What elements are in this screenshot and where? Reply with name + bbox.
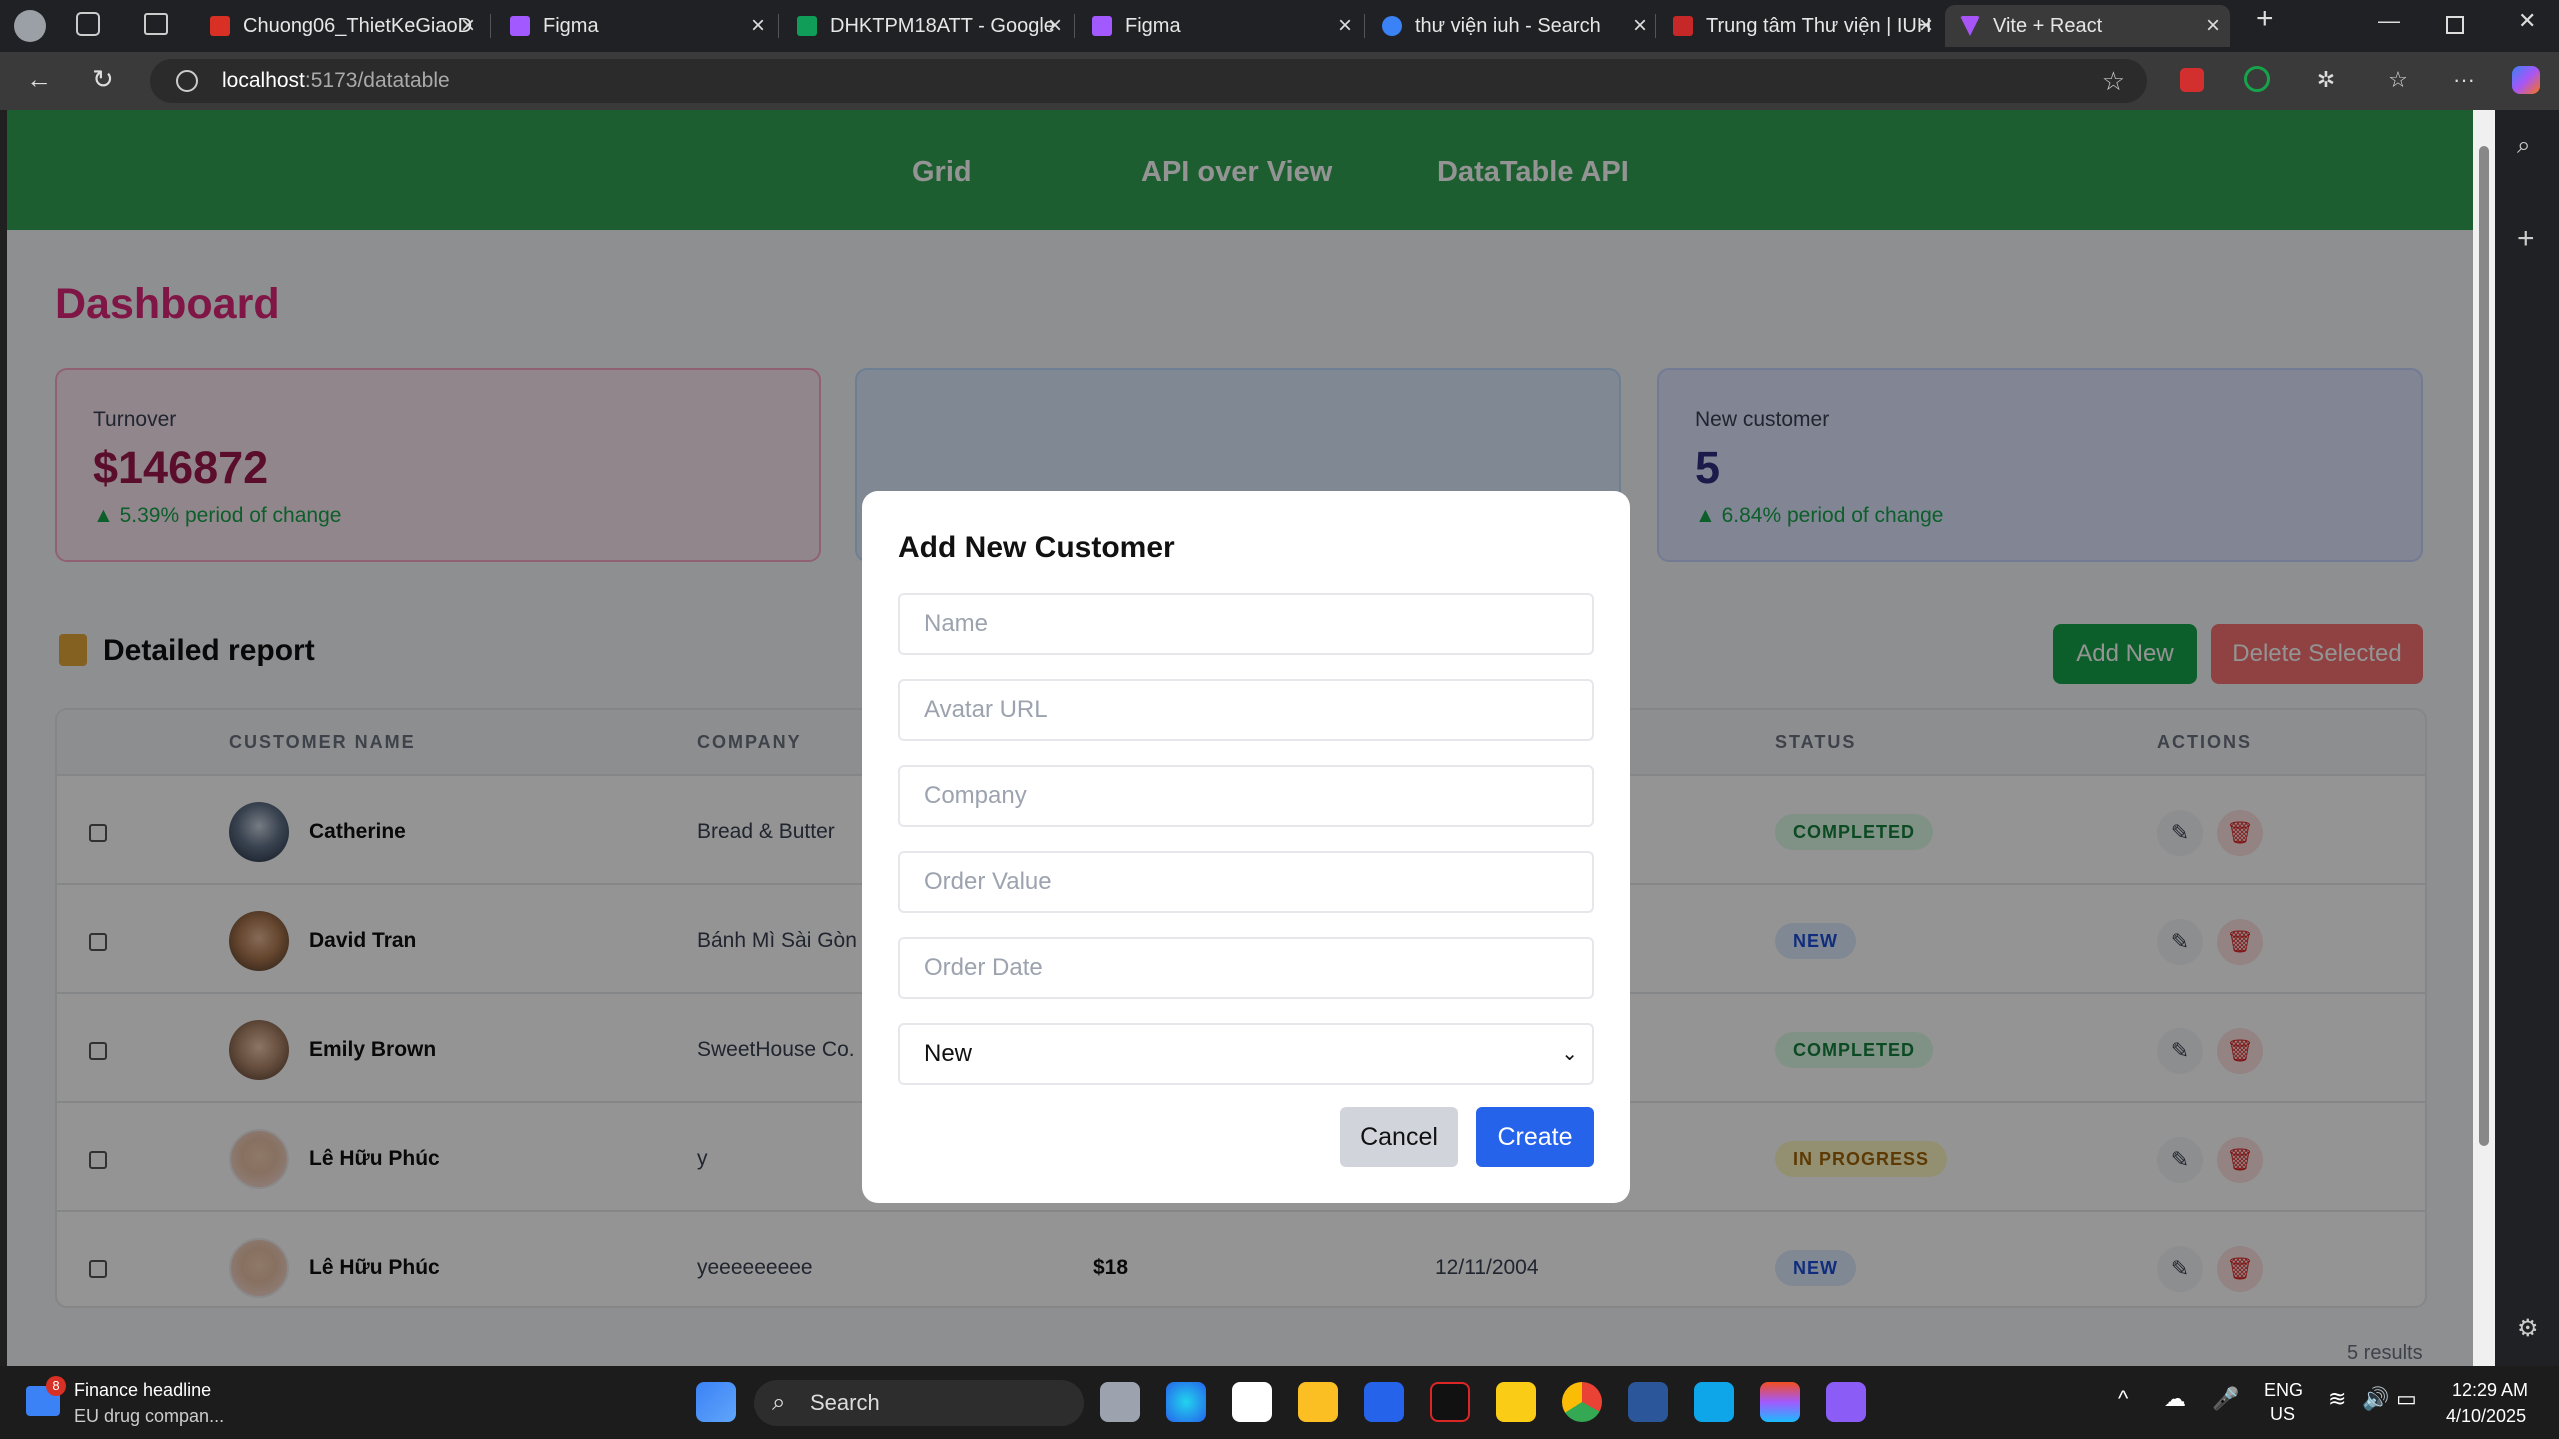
name-input[interactable]: Name [898, 593, 1594, 655]
tab-chuong06[interactable]: Chuong06_ThietKeGiaoD × [195, 5, 485, 47]
add-sidebar-icon[interactable]: + [2517, 222, 2535, 256]
taskbar-search[interactable]: ⌕ Search [754, 1380, 1084, 1426]
add-customer-modal: Add New Customer Name Avatar URL Company… [862, 491, 1630, 1203]
windows-taskbar: 8 Finance headline EU drug compan... ⌕ S… [0, 1366, 2559, 1439]
language[interactable]: ENG [2264, 1380, 2303, 1401]
url-path: :5173/datatable [304, 69, 450, 92]
favorite-star-icon[interactable]: ☆ [2102, 59, 2125, 103]
figma-icon [1092, 16, 1112, 36]
grammar-extension-icon[interactable] [2244, 66, 2270, 92]
tab-figma-1[interactable]: Figma × [495, 5, 775, 47]
windows-start-icon[interactable] [696, 1382, 736, 1422]
tab-title: Figma [1125, 14, 1181, 37]
volume-icon[interactable]: 🔊 [2362, 1386, 2389, 1412]
vscode-icon[interactable] [1364, 1382, 1404, 1422]
news-badge: 8 [46, 1376, 66, 1396]
library-favicon-icon [1673, 16, 1693, 36]
extension-icon[interactable] [2180, 68, 2204, 92]
address-bar[interactable]: localhost:5173/datatable ☆ [150, 59, 2147, 103]
status-select[interactable]: New ⌄ [898, 1023, 1594, 1085]
copilot-icon[interactable] [2512, 66, 2540, 94]
news-title[interactable]: Finance headline [74, 1380, 211, 1401]
close-icon[interactable]: × [461, 12, 475, 40]
region[interactable]: US [2270, 1404, 2295, 1425]
onedrive-icon[interactable]: ☁ [2164, 1386, 2186, 1412]
window-close-icon[interactable]: ✕ [2518, 8, 2536, 34]
microphone-icon[interactable]: 🎤 [2212, 1386, 2239, 1412]
close-icon[interactable]: × [1919, 12, 1933, 40]
app-icon-2[interactable] [1826, 1382, 1866, 1422]
scrollbar-thumb[interactable] [2479, 146, 2489, 1146]
chrome-icon[interactable] [1562, 1382, 1602, 1422]
workspaces-icon[interactable] [76, 12, 100, 36]
page-scrollbar[interactable] [2473, 110, 2495, 1366]
zalo-icon[interactable] [1232, 1382, 1272, 1422]
cancel-button[interactable]: Cancel [1340, 1107, 1458, 1167]
clock-time[interactable]: 12:29 AM [2452, 1380, 2528, 1401]
tab-google-sheets[interactable]: DHKTPM18ATT - Google × [782, 5, 1072, 47]
restore-icon[interactable] [2446, 16, 2464, 34]
browser-tab-bar: Chuong06_ThietKeGiaoD × Figma × DHKTPM18… [0, 0, 2559, 52]
new-tab-icon[interactable]: + [2256, 2, 2274, 36]
figma-icon[interactable] [1760, 1382, 1800, 1422]
tab-title: DHKTPM18ATT - Google [830, 14, 1055, 37]
close-icon[interactable]: × [1338, 12, 1352, 40]
tab-actions-icon[interactable] [144, 13, 168, 35]
taskbar-search-label: Search [810, 1390, 880, 1415]
news-subtitle[interactable]: EU drug compan... [74, 1406, 224, 1427]
close-icon[interactable]: × [2206, 12, 2220, 40]
tray-overflow-icon[interactable]: ^ [2118, 1386, 2128, 1412]
back-icon[interactable]: ← [26, 64, 52, 95]
tab-title: Trung tâm Thư viện | IUH [1706, 14, 1932, 37]
close-icon[interactable]: × [1048, 12, 1062, 40]
search-icon: ⌕ [772, 1389, 786, 1416]
task-view-icon[interactable] [1100, 1382, 1140, 1422]
site-info-icon[interactable] [176, 70, 198, 92]
reload-icon[interactable]: ↻ [92, 64, 114, 95]
browser-sidebar: ⌕ + ⚙ [2495, 110, 2559, 1366]
favorites-icon[interactable]: ☆ [2384, 66, 2412, 94]
snipping-tool-icon[interactable] [1496, 1382, 1536, 1422]
more-menu-icon[interactable]: ··· [2450, 66, 2478, 94]
tab-figma-2[interactable]: Figma × [1077, 5, 1362, 47]
wifi-icon[interactable]: ≋ [2328, 1386, 2346, 1412]
url-host: localhost [222, 69, 305, 92]
search-icon[interactable]: ⌕ [2517, 132, 2530, 160]
photos-icon[interactable] [1694, 1382, 1734, 1422]
word-icon[interactable] [1628, 1382, 1668, 1422]
vite-icon [1960, 16, 1980, 36]
tab-library[interactable]: Trung tâm Thư viện | IUH × [1658, 5, 1943, 47]
extensions-puzzle-icon[interactable]: ✲ [2312, 66, 2340, 94]
close-icon[interactable]: × [751, 12, 765, 40]
avatar-url-input[interactable]: Avatar URL [898, 679, 1594, 741]
file-explorer-icon[interactable] [1298, 1382, 1338, 1422]
tab-title: Figma [543, 14, 599, 37]
tab-search[interactable]: thư viện iuh - Search × [1367, 5, 1657, 47]
order-value-input[interactable]: Order Value [898, 851, 1594, 913]
pdf-icon [210, 16, 230, 36]
figma-icon [510, 16, 530, 36]
company-input[interactable]: Company [898, 765, 1594, 827]
tab-title: thư viện iuh - Search [1415, 14, 1601, 37]
address-bar-row: ← ↻ localhost:5173/datatable ☆ ✲ ☆ ··· [0, 52, 2559, 110]
tab-title: Chuong06_ThietKeGiaoD [243, 14, 473, 37]
modal-title: Add New Customer [898, 531, 1175, 564]
tab-title: Vite + React [1993, 14, 2103, 37]
profile-icon[interactable] [14, 10, 46, 42]
edge-icon[interactable] [1166, 1382, 1206, 1422]
page-content: Grid API over View DataTable API Dashboa… [7, 110, 2473, 1366]
search-favicon-icon [1382, 16, 1402, 36]
tab-vite-react[interactable]: Vite + React × [1945, 5, 2230, 47]
clock-date[interactable]: 4/10/2025 [2446, 1406, 2526, 1427]
settings-gear-icon[interactable]: ⚙ [2517, 1314, 2539, 1343]
battery-icon[interactable]: ▭ [2396, 1386, 2417, 1412]
status-select-value: New [924, 1040, 973, 1067]
order-date-input[interactable]: Order Date [898, 937, 1594, 999]
sheets-icon [797, 16, 817, 36]
chevron-down-icon: ⌄ [1561, 1043, 1578, 1065]
minimize-icon[interactable]: — [2378, 8, 2400, 34]
create-button[interactable]: Create [1476, 1107, 1594, 1167]
app-icon[interactable] [1430, 1382, 1470, 1422]
close-icon[interactable]: × [1633, 12, 1647, 40]
